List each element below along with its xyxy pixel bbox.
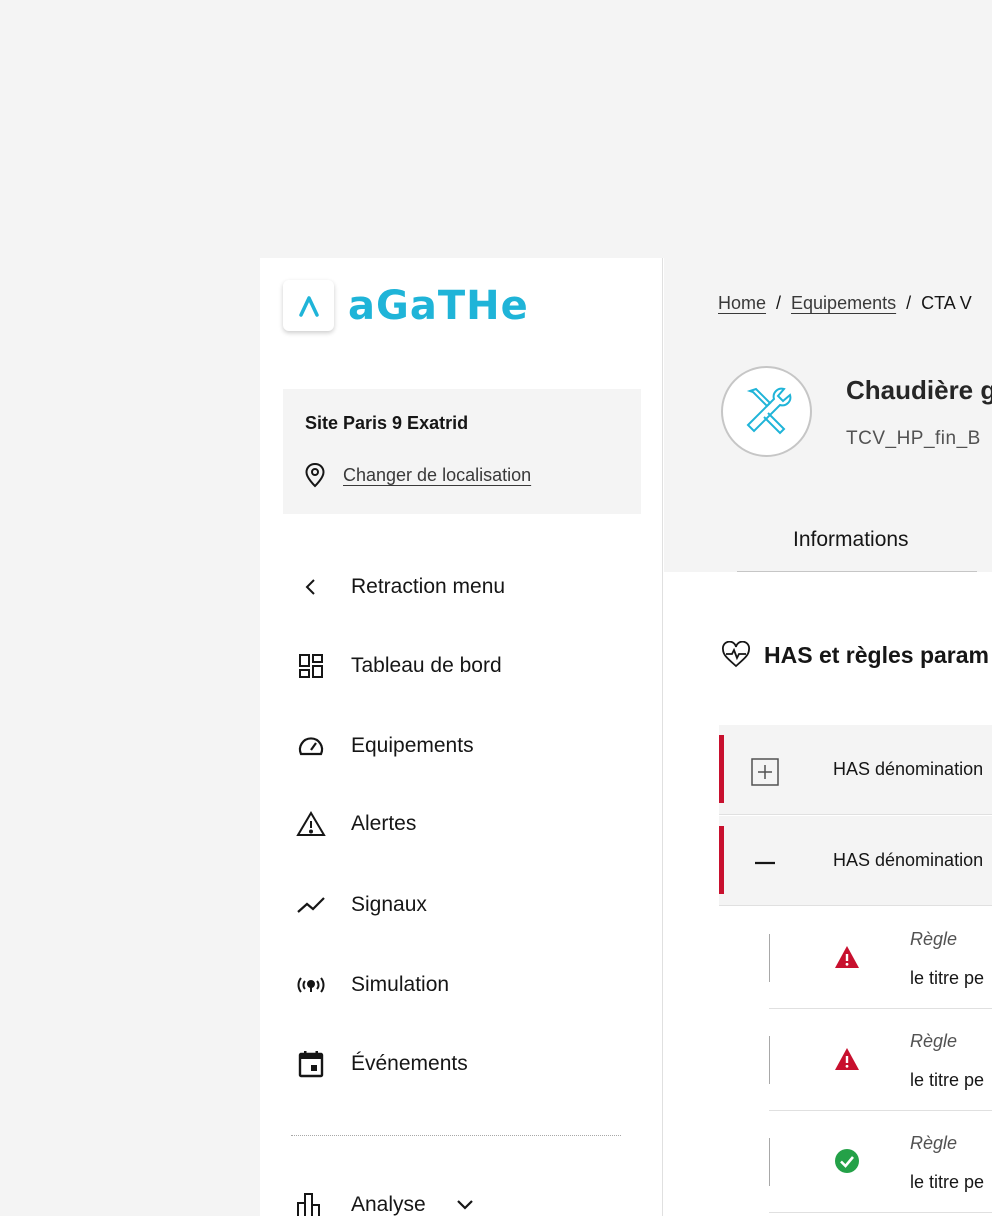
has-label: HAS dénomination [833, 850, 984, 870]
sidebar-item-analyse[interactable]: Analyse [295, 1188, 474, 1216]
sidebar-item-label: Simulation [351, 973, 450, 996]
sidebar-item-label: Equipements [351, 734, 474, 757]
section-header: HAS et règles param [720, 641, 989, 669]
expand-icon[interactable] [751, 758, 779, 786]
equipment-code: TCV_HP_fin_B [846, 428, 981, 449]
has-row[interactable]: HAS dénomination [719, 725, 992, 815]
rule-row[interactable]: Règle le titre pe [769, 1111, 992, 1213]
change-location-link[interactable]: Changer de localisation [343, 465, 531, 486]
breadcrumb-home[interactable]: Home [718, 293, 766, 313]
main-content: Home / Equipements / CTA V Chaudière g TCV_H… [664, 258, 992, 1216]
page-header: Home / Equipements / CTA V Chaudière g TCV_H… [664, 258, 992, 572]
rule-title: le titre pe [910, 1070, 985, 1090]
bar-chart-icon [295, 1189, 327, 1216]
checkmark-filled-icon [834, 1148, 860, 1174]
rule-title: le titre pe [910, 968, 985, 988]
chevron-left-icon [295, 571, 327, 603]
rule-kind: Règle [910, 929, 958, 949]
rule-indent-line [769, 934, 770, 982]
calendar-icon [295, 1048, 327, 1080]
rule-row[interactable]: Règle le titre pe [769, 907, 992, 1009]
breadcrumb-separator: / [776, 293, 782, 313]
page-title: Chaudière g [846, 375, 992, 405]
breadcrumb-equipements[interactable]: Equipements [791, 293, 896, 313]
breadcrumb: Home / Equipements / CTA V [718, 293, 972, 314]
has-row[interactable]: HAS dénomination [719, 816, 992, 906]
sidebar-item-signaux[interactable]: Signaux [295, 888, 427, 922]
sidebar-item-simulation[interactable]: Simulation [295, 968, 449, 1002]
location-pin-icon [305, 462, 325, 488]
sidebar-item-alertes[interactable]: Alertes [295, 807, 416, 841]
sidebar-item-tableau-de-bord[interactable]: Tableau de bord [295, 649, 502, 683]
sidebar-item-label: Tableau de bord [351, 654, 502, 677]
sidebar-item-label: Signaux [351, 893, 427, 916]
sidebar-item-label: Analyse [351, 1193, 426, 1216]
rule-kind: Règle [910, 1031, 958, 1051]
breadcrumb-current: CTA V [921, 293, 972, 313]
has-label: HAS dénomination [833, 759, 984, 779]
gauge-icon [295, 730, 327, 762]
sidebar-item-evenements[interactable]: Événements [295, 1047, 468, 1081]
sidebar-item-label: Retraction menu [351, 575, 506, 598]
section-title: HAS et règles param [764, 641, 989, 668]
sidebar-item-equipements[interactable]: Equipements [295, 729, 474, 763]
app-window: aGaTHe Site Paris 9 Exatrid Changer de l… [260, 258, 992, 1216]
warning-icon [295, 808, 327, 840]
rule-indent-line [769, 1138, 770, 1186]
rule-row[interactable]: Règle le titre pe [769, 1009, 992, 1111]
sidebar-divider [291, 1135, 621, 1136]
collapse-icon[interactable] [751, 849, 779, 877]
logo-text: aGaTHe [348, 282, 529, 329]
alert-marker [719, 826, 724, 894]
sidebar: aGaTHe Site Paris 9 Exatrid Changer de l… [260, 258, 663, 1216]
dashboard-icon [295, 650, 327, 682]
rule-kind: Règle [910, 1133, 958, 1153]
chart-line-icon [295, 889, 327, 921]
logo[interactable]: aGaTHe [283, 280, 529, 331]
rule-title: le titre pe [910, 1172, 985, 1192]
tools-icon [721, 366, 812, 457]
broadcast-icon [295, 969, 327, 1001]
warning-filled-icon [834, 1046, 860, 1072]
sidebar-item-label: Alertes [351, 812, 417, 835]
sidebar-item-label: Événements [351, 1052, 468, 1075]
change-location[interactable]: Changer de localisation [303, 462, 531, 488]
warning-filled-icon [834, 944, 860, 970]
logo-badge-icon [283, 280, 334, 331]
breadcrumb-separator: / [906, 293, 912, 313]
tab-informations[interactable]: Informations [737, 526, 977, 572]
chevron-down-icon[interactable] [456, 1199, 474, 1211]
sidebar-item-retraction-menu[interactable]: Retraction menu [295, 570, 505, 604]
alert-marker [719, 735, 724, 803]
site-selector: Site Paris 9 Exatrid Changer de localisa… [283, 389, 641, 514]
site-name: Site Paris 9 Exatrid [305, 413, 469, 433]
rule-indent-line [769, 1036, 770, 1084]
heart-pulse-icon [722, 641, 750, 668]
